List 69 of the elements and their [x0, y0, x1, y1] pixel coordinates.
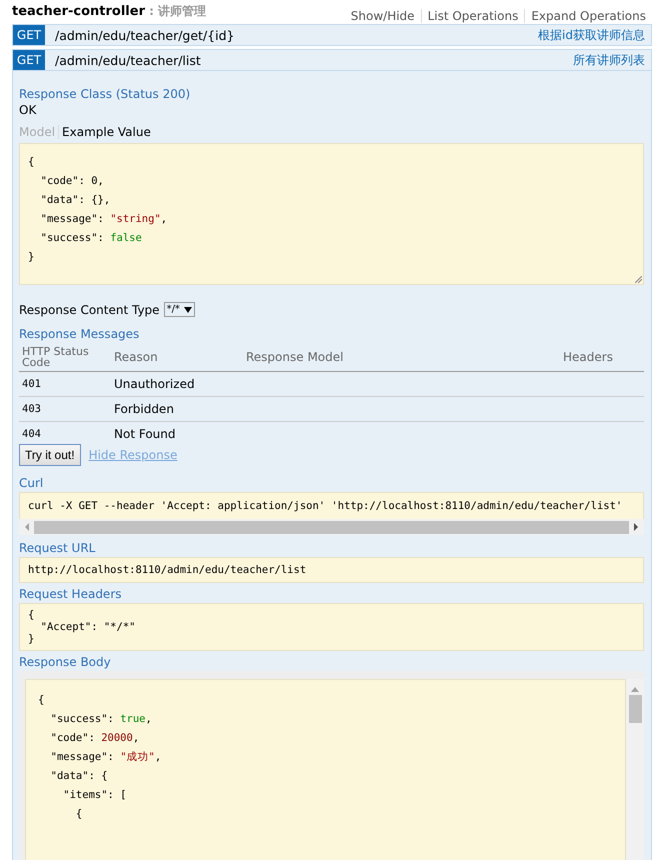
code-line: "Accept": "*/*": [40, 621, 136, 633]
model-tab[interactable]: Example Value: [58, 125, 154, 139]
code-token: "string": [110, 213, 161, 225]
code-token: "message":: [50, 751, 115, 763]
table-cell: Unauthorized: [114, 377, 195, 391]
response-class-value: OK: [19, 103, 38, 117]
code-token: false: [110, 232, 142, 244]
caret-icon: [184, 306, 192, 312]
content-type-label: Response Content Type: [19, 302, 160, 316]
table-cell: 401: [22, 378, 41, 390]
code-token: "items": [: [62, 789, 127, 801]
operations-link[interactable]: Show/Hide: [344, 9, 421, 23]
endpoint-path[interactable]: /admin/edu/teacher/list: [55, 52, 573, 68]
column-header: Headers: [563, 350, 613, 364]
try-it-out-button[interactable]: Try it out!: [19, 444, 81, 466]
code-token: 0: [91, 175, 98, 187]
code-token: "success":: [40, 232, 105, 244]
code-token: ,: [145, 713, 152, 725]
http-method-badge[interactable]: GET: [13, 25, 45, 45]
operations-link[interactable]: List Operations: [420, 9, 524, 23]
code-token: {: [38, 694, 44, 706]
code-token: "data": {},: [40, 194, 110, 206]
request-url: http://localhost:8110/admin/edu/teacher/list: [19, 557, 644, 583]
scroll-right-icon[interactable]: [632, 523, 640, 531]
content-type-select[interactable]: */*: [164, 302, 195, 317]
scrollbar-thumb[interactable]: [628, 695, 642, 723]
table-cell: 404: [22, 428, 41, 440]
section-heading: Response Messages: [19, 327, 140, 341]
horizontal-scrollbar[interactable]: [19, 519, 644, 535]
controller-description: : 讲师管理: [148, 4, 206, 18]
code-token: true: [120, 713, 146, 725]
curl-command: curl -X GET --header 'Accept: application/json' 'http://localhost:8110/admin/edu/teacher/list': [19, 492, 644, 519]
endpoint-summary[interactable]: 所有讲师列表: [573, 52, 651, 68]
code-token: "code":: [40, 175, 86, 187]
code-token: ,: [132, 732, 140, 744]
code-token: ,: [154, 751, 162, 763]
column-header: Response Model: [246, 350, 344, 364]
table-cell: Not Found: [114, 427, 176, 441]
code-token: "成功": [120, 751, 155, 763]
code-token: "success":: [50, 713, 115, 725]
code-line: {: [28, 609, 36, 621]
code-token: "code":: [50, 732, 96, 744]
http-method-badge[interactable]: GET: [13, 50, 45, 70]
endpoint-summary[interactable]: 根据id获取讲师信息: [538, 26, 651, 44]
table-cell: 403: [22, 403, 41, 415]
endpoint-path[interactable]: /admin/edu/teacher/get/{id}: [55, 28, 538, 42]
scroll-left-icon[interactable]: [23, 523, 31, 531]
table-cell: Forbidden: [114, 402, 174, 416]
section-heading: Request Headers: [19, 587, 123, 601]
column-header: HTTP Status Code: [22, 345, 89, 369]
code-token: {: [28, 156, 34, 168]
code-token: ,: [160, 213, 168, 225]
code-token: "message":: [40, 213, 105, 225]
operations-link[interactable]: Expand Operations: [524, 9, 652, 23]
scroll-up-icon[interactable]: [631, 686, 639, 692]
section-heading: Curl: [19, 476, 44, 490]
code-token: 20000: [101, 732, 133, 744]
section-heading: Response Class (Status 200): [19, 87, 192, 101]
section-heading: Response Body: [19, 655, 112, 669]
code-token: "data": {: [50, 770, 108, 782]
resize-grip-icon[interactable]: [635, 276, 642, 283]
scrollbar-thumb[interactable]: [34, 520, 629, 534]
code-line: }: [28, 633, 36, 645]
section-heading: Request URL: [19, 541, 96, 555]
controller-name[interactable]: teacher-controller: [12, 4, 145, 19]
code-token: {: [74, 808, 82, 820]
code-token: }: [28, 251, 34, 263]
code-token: ,: [98, 175, 104, 187]
column-header: Reason: [114, 350, 158, 364]
